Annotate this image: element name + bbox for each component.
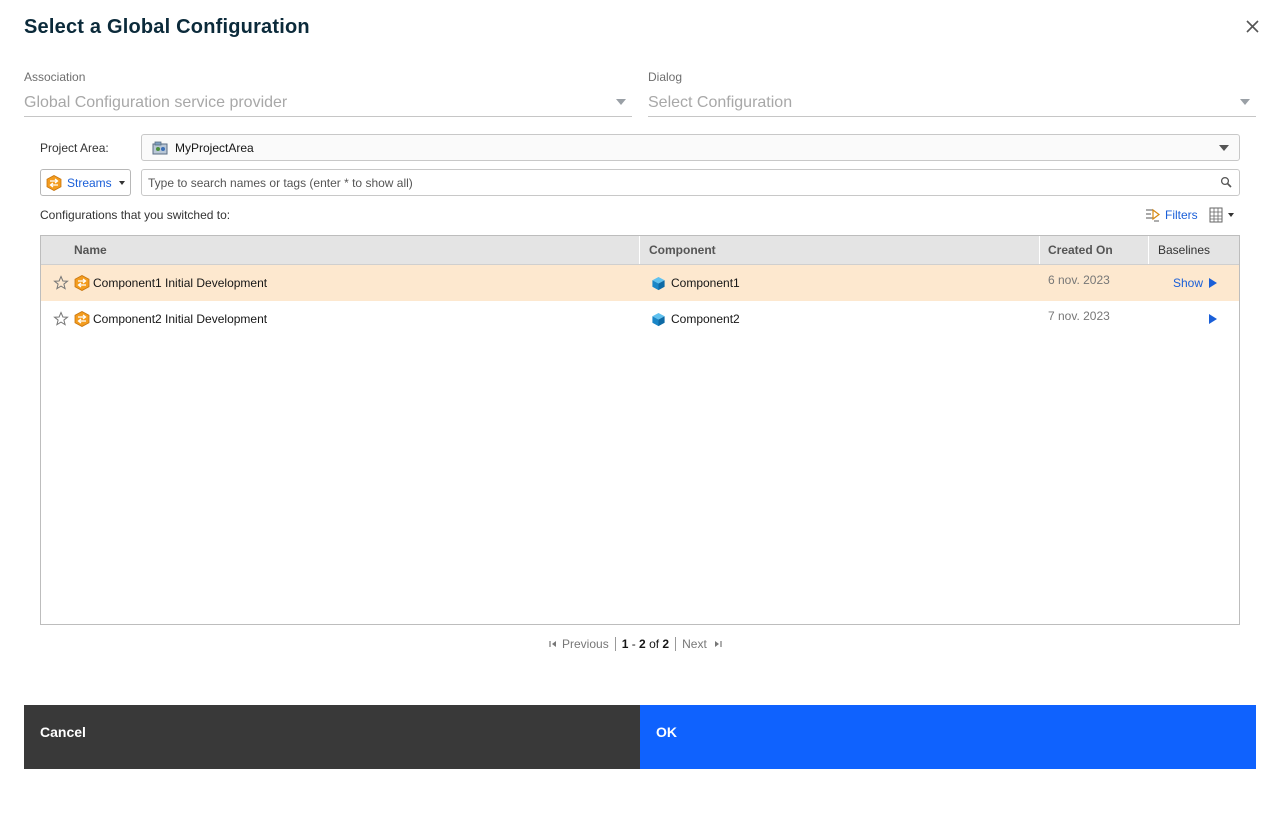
next-label: Next xyxy=(682,637,707,651)
show-baselines-link[interactable] xyxy=(1149,301,1239,337)
show-baselines-label: Show xyxy=(1172,276,1203,290)
close-button[interactable] xyxy=(1242,16,1264,38)
column-header-name[interactable]: Name xyxy=(41,236,640,264)
switched-configurations-label: Configurations that you switched to: xyxy=(40,208,231,222)
star-icon[interactable] xyxy=(53,311,69,327)
cancel-button[interactable]: Cancel xyxy=(24,705,640,769)
search-icon[interactable] xyxy=(1220,176,1232,188)
search-input[interactable] xyxy=(141,169,1240,196)
previous-page-button[interactable]: Previous xyxy=(548,637,609,651)
page-count: 1 - 2 of 2 xyxy=(621,637,670,651)
column-chooser-button[interactable] xyxy=(1209,207,1239,223)
dialog-footer: Cancel OK xyxy=(24,705,1256,769)
chevron-down-icon xyxy=(616,98,626,105)
column-header-component[interactable]: Component xyxy=(640,236,1040,264)
stream-icon xyxy=(74,311,90,327)
row-component[interactable]: Component2 xyxy=(671,312,740,326)
dialog-field-value: Select Configuration xyxy=(648,93,793,111)
pager-separator xyxy=(614,637,616,651)
dialog-field-label: Dialog xyxy=(648,70,683,84)
columns-icon xyxy=(1209,207,1223,223)
stream-icon xyxy=(46,174,62,191)
pagination: Previous 1 - 2 of 2 Next xyxy=(548,637,723,651)
configurations-grid: Name Component Created On Baselines Comp… xyxy=(40,235,1240,625)
last-page-icon xyxy=(714,641,722,647)
pager-separator xyxy=(675,637,677,651)
table-row[interactable]: Component2 Initial Development Component… xyxy=(41,301,1239,337)
column-header-created-on[interactable]: Created On xyxy=(1040,236,1149,264)
streams-filter-button[interactable]: Streams xyxy=(40,169,131,196)
play-arrow-icon xyxy=(1209,278,1217,288)
table-row[interactable]: Component1 Initial Development Component… xyxy=(41,265,1239,301)
project-area-value: MyProjectArea xyxy=(175,140,254,155)
project-area-label: Project Area: xyxy=(40,141,109,155)
stream-icon xyxy=(74,275,90,291)
association-label: Association xyxy=(24,70,86,84)
project-area-select[interactable]: MyProjectArea xyxy=(141,134,1240,161)
chevron-down-icon xyxy=(1219,144,1229,151)
show-baselines-link[interactable]: Show xyxy=(1149,265,1239,301)
row-created-on: 6 nov. 2023 xyxy=(1048,273,1110,287)
dialog-title: Select a Global Configuration xyxy=(24,16,310,38)
row-name[interactable]: Component1 Initial Development xyxy=(93,276,267,290)
row-component[interactable]: Component1 xyxy=(671,276,740,290)
star-icon[interactable] xyxy=(53,275,69,291)
grid-header: Name Component Created On Baselines xyxy=(41,236,1239,265)
row-created-on: 7 nov. 2023 xyxy=(1048,309,1110,323)
association-value: Global Configuration service provider xyxy=(24,93,288,111)
streams-filter-label: Streams xyxy=(67,175,112,190)
close-icon xyxy=(1246,20,1259,33)
column-header-baselines: Baselines xyxy=(1158,243,1211,257)
filters-button[interactable]: Filters xyxy=(1145,207,1198,223)
association-select[interactable]: Global Configuration service provider xyxy=(24,87,632,117)
chevron-down-icon xyxy=(1228,213,1234,217)
chevron-down-icon xyxy=(119,180,125,185)
project-area-icon xyxy=(152,141,168,154)
ok-button[interactable]: OK xyxy=(640,705,1256,769)
component-icon xyxy=(652,312,665,326)
filter-icon xyxy=(1146,208,1160,222)
first-page-icon xyxy=(549,641,556,647)
dialog-select[interactable]: Select Configuration xyxy=(648,87,1256,117)
filters-label: Filters xyxy=(1165,208,1198,222)
chevron-down-icon xyxy=(1240,98,1250,105)
previous-label: Previous xyxy=(562,637,609,651)
next-page-button[interactable]: Next xyxy=(682,637,723,651)
play-arrow-icon xyxy=(1209,314,1217,324)
row-name[interactable]: Component2 Initial Development xyxy=(93,312,267,326)
component-icon xyxy=(652,276,665,290)
